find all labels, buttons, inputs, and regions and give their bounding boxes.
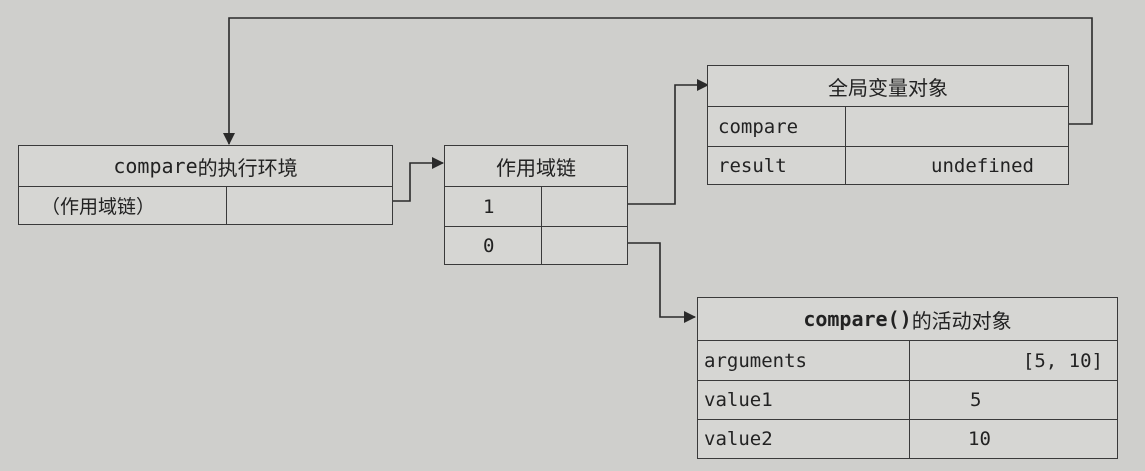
activation-object-name: value2 — [704, 428, 773, 450]
global-object-row: compare — [708, 106, 1068, 146]
exec-context-title-text: 的执行环境 — [197, 155, 298, 180]
activation-object-title: compare() 的活动对象 — [698, 298, 1117, 340]
global-object-row: result undefined — [708, 146, 1068, 184]
scope-chain-box: 作用域链 1 0 — [444, 145, 628, 265]
global-object-box: 全局变量对象 compare result undefined — [707, 65, 1069, 185]
activation-object-value: [5, 10] — [909, 341, 1117, 380]
scope-chain-row: 0 — [445, 226, 627, 264]
exec-context-row: （作用域链） — [19, 186, 392, 224]
activation-object-title-code: compare() — [803, 307, 912, 331]
global-object-name: result — [718, 154, 787, 177]
activation-object-value: 10 — [909, 420, 1117, 458]
exec-context-row-label: （作用域链） — [41, 196, 156, 218]
global-object-title: 全局变量对象 — [828, 75, 948, 100]
activation-object-title-text: 的活动对象 — [911, 308, 1012, 333]
global-object-value — [845, 107, 1068, 146]
activation-object-value: 5 — [909, 381, 1117, 419]
global-object-name: compare — [718, 115, 799, 138]
scope-chain-index: 0 — [483, 234, 495, 257]
exec-context-box: compare 的执行环境 （作用域链） — [18, 145, 393, 225]
scope-chain-index: 1 — [483, 195, 495, 218]
activation-object-row: arguments [5, 10] — [698, 340, 1117, 380]
scope-chain-pointer — [541, 227, 627, 264]
exec-context-title-code: compare — [113, 154, 198, 178]
activation-object-name: arguments — [704, 349, 807, 372]
activation-object-row: value1 5 — [698, 380, 1117, 419]
activation-object-row: value2 10 — [698, 419, 1117, 458]
global-object-value: undefined — [845, 147, 1068, 184]
scope-chain-pointer — [541, 187, 627, 226]
scope-chain-row: 1 — [445, 186, 627, 226]
scope-chain-title: 作用域链 — [496, 155, 576, 180]
exec-context-row-pointer — [226, 187, 392, 224]
activation-object-name: value1 — [704, 389, 773, 411]
activation-object-box: compare() 的活动对象 arguments [5, 10] value1… — [697, 297, 1118, 459]
exec-context-title: compare 的执行环境 — [19, 146, 392, 186]
